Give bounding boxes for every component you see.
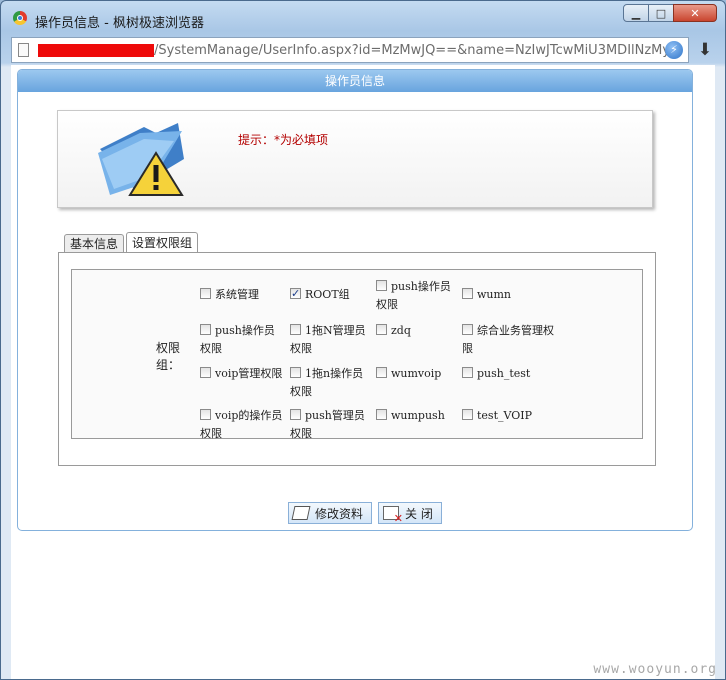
required-tip: 提示：*为必填项 bbox=[238, 133, 329, 147]
permission-checkbox[interactable] bbox=[462, 324, 473, 335]
permission-item: 综合业务管理权限 bbox=[462, 322, 558, 358]
permission-checkbox[interactable] bbox=[462, 367, 473, 378]
permission-checkbox[interactable] bbox=[290, 324, 301, 335]
permission-checkbox[interactable] bbox=[376, 324, 387, 335]
permission-box: 权限组： 系统管理 ROOT组 push操作员权限 wumn push操作员权限 1拖N管… bbox=[71, 269, 643, 440]
permission-label: push_test bbox=[477, 367, 531, 380]
button-row: 修改资料 关 闭 bbox=[288, 502, 448, 525]
watermark: www.wooyun.org bbox=[593, 662, 717, 677]
minimize-button[interactable]: ▁ bbox=[623, 4, 649, 22]
tab-permission-group[interactable]: 设置权限组 bbox=[126, 232, 199, 253]
permission-checkbox[interactable] bbox=[462, 288, 473, 299]
permission-label: zdq bbox=[391, 324, 411, 337]
browser-logo-icon bbox=[13, 11, 27, 25]
modify-info-button[interactable]: 修改资料 bbox=[288, 502, 373, 524]
page-content: 操作员信息 提示：*为必填项 基本信息 设置权限组 权限组： 系统管理 ✓ RO… bbox=[11, 65, 715, 679]
permission-checkbox[interactable] bbox=[290, 285, 301, 303]
edit-icon bbox=[291, 506, 311, 520]
permission-item: 1拖n操作员权限 bbox=[290, 365, 374, 401]
permission-checkbox[interactable] bbox=[200, 324, 211, 335]
permission-item: test_VOIP bbox=[462, 407, 558, 425]
page-icon bbox=[18, 43, 29, 57]
permission-label: 1拖N管理员权限 bbox=[290, 324, 366, 355]
permission-checkbox[interactable] bbox=[376, 367, 387, 378]
permission-item: wumvoip bbox=[376, 365, 460, 383]
go-lightning-icon[interactable]: ⚡ bbox=[665, 41, 683, 59]
operator-info-dialog: 操作员信息 提示：*为必填项 基本信息 设置权限组 权限组： 系统管理 ✓ RO… bbox=[17, 69, 693, 531]
permission-item: voip管理权限 bbox=[200, 365, 284, 383]
permission-label: 系统管理 bbox=[215, 288, 259, 301]
permission-item: push管理员权限 bbox=[290, 407, 374, 443]
permission-checkbox[interactable] bbox=[376, 409, 387, 420]
permission-checkbox[interactable] bbox=[200, 367, 211, 378]
permission-label: wumpush bbox=[391, 409, 445, 422]
permission-label: test_VOIP bbox=[477, 409, 533, 422]
permission-label: wumvoip bbox=[391, 367, 442, 380]
permission-label: 综合业务管理权限 bbox=[462, 324, 554, 355]
permission-label: push管理员权限 bbox=[290, 409, 365, 440]
permission-item: push操作员权限 bbox=[376, 278, 460, 314]
permission-label: wumn bbox=[477, 288, 512, 301]
browser-window: 操作员信息 - 枫树极速浏览器 ▁ □ ✕ /SystemManage/User… bbox=[0, 0, 726, 680]
permission-checkbox[interactable] bbox=[290, 367, 301, 378]
redacted-host bbox=[38, 44, 154, 57]
address-bar[interactable]: /SystemManage/UserInfo.aspx?id=MzMwJQ==&… bbox=[11, 37, 689, 63]
permission-item: 系统管理 bbox=[200, 286, 284, 304]
permission-item: wumn bbox=[462, 286, 558, 304]
permission-checkbox[interactable] bbox=[200, 288, 211, 299]
permission-group-label: 权限组： bbox=[156, 341, 181, 372]
permission-checkbox[interactable] bbox=[376, 280, 387, 291]
permission-label: voip的操作员权限 bbox=[200, 409, 283, 440]
permission-checkbox[interactable] bbox=[462, 409, 473, 420]
modify-info-label: 修改资料 bbox=[315, 506, 364, 521]
permission-label: voip管理权限 bbox=[215, 367, 283, 380]
dialog-header: 操作员信息 bbox=[18, 70, 692, 92]
close-doc-icon bbox=[383, 506, 403, 525]
permission-item: 1拖N管理员权限 bbox=[290, 322, 374, 358]
window-controls: ▁ □ ✕ bbox=[623, 4, 717, 22]
title-bar[interactable]: 操作员信息 - 枫树极速浏览器 ▁ □ ✕ bbox=[1, 1, 725, 37]
close-window-button[interactable]: ✕ bbox=[673, 4, 717, 22]
permission-item: ROOT组 bbox=[290, 285, 374, 304]
tab-bar: 基本信息 设置权限组 bbox=[64, 232, 200, 254]
maximize-button[interactable]: □ bbox=[648, 4, 674, 22]
permission-tab-panel: 权限组： 系统管理 ROOT组 push操作员权限 wumn push操作员权限 1拖N管… bbox=[58, 252, 656, 466]
permission-item: zdq bbox=[376, 322, 460, 340]
permission-checkbox[interactable] bbox=[200, 409, 211, 420]
url-text[interactable]: /SystemManage/UserInfo.aspx?id=MzMwJQ==&… bbox=[154, 43, 670, 58]
download-arrow-icon[interactable]: ⬇ bbox=[693, 39, 717, 61]
permission-item: wumpush bbox=[376, 407, 460, 425]
close-button[interactable]: 关 闭 bbox=[378, 502, 442, 525]
permission-label: push操作员权限 bbox=[200, 324, 275, 355]
permission-label: ROOT组 bbox=[305, 288, 350, 301]
permission-label: push操作员权限 bbox=[376, 280, 451, 311]
permission-item: voip的操作员权限 bbox=[200, 407, 284, 443]
permission-item: push_test bbox=[462, 365, 558, 383]
tip-panel: 提示：*为必填项 bbox=[57, 110, 653, 208]
window-title: 操作员信息 - 枫树极速浏览器 bbox=[35, 16, 204, 31]
permission-checkbox[interactable] bbox=[290, 409, 301, 420]
permission-item: push操作员权限 bbox=[200, 322, 284, 358]
folder-warning-icon bbox=[98, 123, 184, 196]
tab-basic-info[interactable]: 基本信息 bbox=[64, 234, 125, 254]
close-label: 关 闭 bbox=[405, 506, 433, 521]
